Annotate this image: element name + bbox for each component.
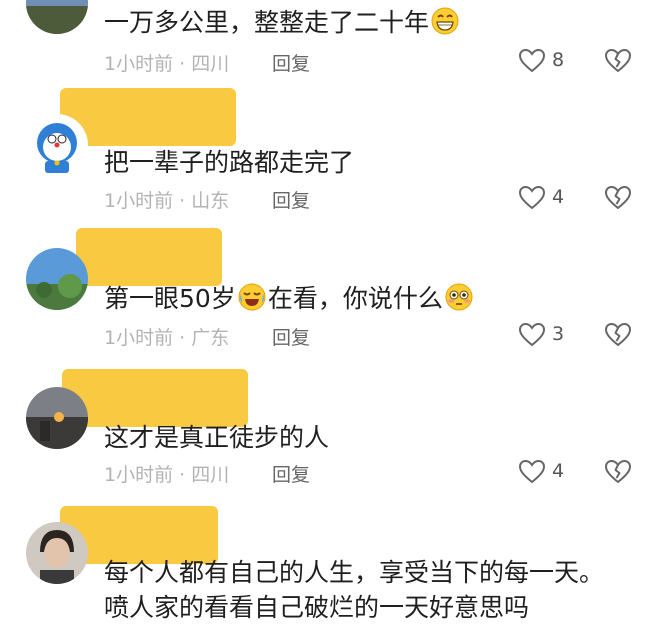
dislike-broken-heart-icon[interactable] <box>604 47 632 75</box>
comment-text: 每个人都有自己的人生，享受当下的每一天。 喷人家的看看自己破烂的一天好意思吗 <box>104 556 604 624</box>
grin-emoji-icon <box>431 7 459 35</box>
commenter-avatar[interactable] <box>26 522 88 584</box>
like-heart-icon[interactable] <box>518 458 546 486</box>
redacted-username <box>62 369 248 427</box>
flushed-emoji-icon <box>445 283 473 311</box>
comment-text-line: 每个人都有自己的人生，享受当下的每一天。 <box>104 558 605 587</box>
commenter-avatar[interactable] <box>26 114 88 176</box>
like-count: 4 <box>552 460 565 482</box>
reply-button[interactable]: 回复 <box>272 186 310 213</box>
comment-meta: 1小时前 · 四川 <box>104 53 230 75</box>
comment-text: 把一辈子的路都走完了 <box>104 148 355 177</box>
commenter-avatar[interactable] <box>26 0 88 34</box>
comment-text-line: 喷人家的看看自己破烂的一天好意思吗 <box>104 593 530 622</box>
like-heart-icon[interactable] <box>518 321 546 349</box>
commenter-avatar[interactable] <box>26 248 88 310</box>
comment-meta: 1小时前 · 山东 <box>104 190 230 212</box>
comment-text: 一万多公里，整整走了二十年 <box>104 6 461 39</box>
like-count: 8 <box>552 49 565 71</box>
reply-button[interactable]: 回复 <box>272 323 310 350</box>
comment-text: 这才是真正徒步的人 <box>104 423 330 452</box>
like-heart-icon[interactable] <box>518 47 546 75</box>
commenter-avatar[interactable] <box>26 387 88 449</box>
crying-laughing-emoji-icon <box>238 283 266 311</box>
redacted-username <box>76 228 222 286</box>
like-count: 3 <box>552 323 565 345</box>
like-heart-icon[interactable] <box>518 184 546 212</box>
comment-meta: 1小时前 · 四川 <box>104 464 230 486</box>
like-count: 4 <box>552 186 565 208</box>
dislike-broken-heart-icon[interactable] <box>604 184 632 212</box>
dislike-broken-heart-icon[interactable] <box>604 458 632 486</box>
reply-button[interactable]: 回复 <box>272 49 310 76</box>
reply-button[interactable]: 回复 <box>272 460 310 487</box>
comment-text: 第一眼50岁 在看，你说什么 <box>104 282 475 315</box>
dislike-broken-heart-icon[interactable] <box>604 321 632 349</box>
comment-meta: 1小时前 · 广东 <box>104 327 230 349</box>
